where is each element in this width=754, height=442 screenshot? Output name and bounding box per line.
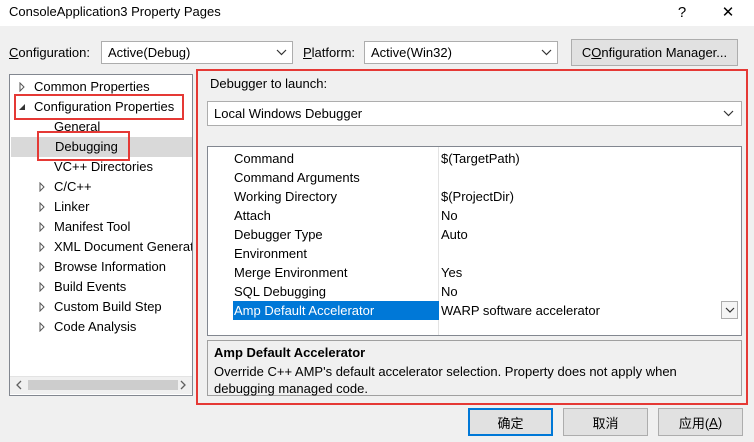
tree-item-label: Common Properties [34,79,150,94]
chevron-down-icon [541,49,552,56]
expand-arrow-icon[interactable] [16,77,28,97]
platform-select[interactable]: Active(Win32) [364,41,558,64]
chevron-down-icon [276,49,287,56]
configuration-value: Active(Debug) [108,45,191,60]
tree-scroll-thumb[interactable] [28,380,178,390]
debugger-select[interactable]: Local Windows Debugger [207,101,742,126]
tree-item[interactable]: Common Properties [10,77,192,97]
expand-arrow-icon[interactable] [36,217,48,237]
apply-text-post: ) [717,414,723,430]
cancel-button[interactable]: 取消 [563,408,648,436]
tree-item-label: Configuration Properties [34,99,175,114]
scroll-left-icon[interactable] [10,376,28,394]
description-title: Amp Default Accelerator [214,345,366,360]
ok-button[interactable]: 确定 [468,408,553,436]
property-name: SQL Debugging [234,284,327,299]
property-name: Working Directory [234,189,338,204]
tree-item-label: Debugging [55,139,118,154]
configuration-label: Configuration: [9,45,90,60]
property-value[interactable]: Auto [441,225,468,244]
property-value[interactable]: $(TargetPath) [441,149,520,168]
tree-item-label: General [54,119,101,134]
chevron-down-icon [723,110,734,117]
expand-arrow-icon[interactable] [36,197,48,217]
tree-item[interactable]: Build Events [10,277,192,297]
property-name: Debugger Type [234,227,323,242]
tree-item[interactable]: Browse Information [10,257,192,277]
apply-accel: A [709,414,718,430]
expand-arrow-icon[interactable] [36,297,48,317]
tree-item-label: C/C++ [54,179,92,194]
property-tree[interactable]: Common Properties Configuration Propertie… [9,74,193,396]
apply-button[interactable]: 应用(A) [658,408,743,436]
config-manager-text-pre: C [581,45,592,60]
property-row[interactable]: Attach No [208,206,741,225]
property-row[interactable]: SQL Debugging No [208,282,741,301]
tree-item[interactable]: Debugging [11,137,192,157]
tree-item[interactable]: Code Analysis [10,317,192,337]
configuration-select[interactable]: Active(Debug) [101,41,293,64]
chevron-down-icon [725,307,734,313]
debugger-value: Local Windows Debugger [214,106,363,121]
config-manager-accel: O [591,45,602,60]
property-row[interactable]: Amp Default Accelerator WARP software acc… [208,301,741,320]
expand-arrow-icon[interactable] [36,277,48,297]
property-row[interactable]: Merge Environment Yes [208,263,741,282]
value-dropdown-button[interactable] [721,301,738,319]
property-row[interactable]: Environment [208,244,741,263]
tree-item-label: XML Document Generat [54,239,193,254]
debugger-to-launch-label: Debugger to launch: [210,76,328,91]
property-value[interactable]: Yes [441,263,462,282]
tree-item-label: Custom Build Step [54,299,162,314]
tree-item[interactable]: XML Document Generat [10,237,192,257]
tree-item[interactable]: Manifest Tool [10,217,192,237]
help-button[interactable]: ? [662,0,702,24]
property-value[interactable]: WARP software accelerator [441,301,600,320]
tree-item[interactable]: General [10,117,192,137]
property-row[interactable]: Command Arguments [208,168,741,187]
property-name: Amp Default Accelerator [233,301,439,320]
tree-item[interactable]: VC++ Directories [10,157,192,177]
tree-item-label: Browse Information [54,259,166,274]
close-button[interactable]: ✕ [708,0,748,24]
apply-text-pre: 应用( [678,415,710,431]
expand-arrow-icon[interactable] [36,177,48,197]
scroll-right-icon[interactable] [174,376,192,394]
platform-label: Platform: [303,45,356,60]
tree-item[interactable]: Custom Build Step [10,297,192,317]
platform-value: Active(Win32) [371,45,452,60]
tree-item-label: Manifest Tool [54,219,131,234]
description-panel: Amp Default Accelerator Override C++ AMP… [207,340,742,396]
property-value[interactable]: No [441,282,458,301]
property-name: Merge Environment [234,265,348,280]
tree-item-label: Code Analysis [54,319,137,334]
property-row[interactable]: Working Directory $(ProjectDir) [208,187,741,206]
tree-item-label: Build Events [54,279,127,294]
property-value[interactable]: No [441,206,458,225]
property-grid[interactable]: Command $(TargetPath) Command Arguments Wor… [207,146,742,336]
tree-item[interactable]: C/C++ [10,177,192,197]
description-text: Override C++ AMP's default accelerator s… [214,364,677,396]
property-name: Attach [234,208,271,223]
tree-item[interactable]: Configuration Properties [10,97,192,117]
property-name: Command [234,151,294,166]
expanded-arrow-icon[interactable] [16,97,28,117]
property-row[interactable]: Debugger Type Auto [208,225,741,244]
property-row[interactable]: Command $(TargetPath) [208,149,741,168]
property-name: Command Arguments [234,170,360,185]
configuration-manager-button[interactable]: C Onfiguration Manager... [571,39,738,66]
property-value[interactable]: $(ProjectDir) [441,187,514,206]
window-title: ConsoleApplication3 Property Pages [9,4,221,19]
config-manager-text-rest: nfiguration Manager... [601,45,728,60]
expand-arrow-icon[interactable] [36,317,48,337]
tree-item[interactable]: Linker [10,197,192,217]
expand-arrow-icon[interactable] [36,257,48,277]
tree-item-label: Linker [54,199,90,214]
tree-item-label: VC++ Directories [54,159,153,174]
property-name: Environment [234,246,307,261]
expand-arrow-icon[interactable] [36,237,48,257]
